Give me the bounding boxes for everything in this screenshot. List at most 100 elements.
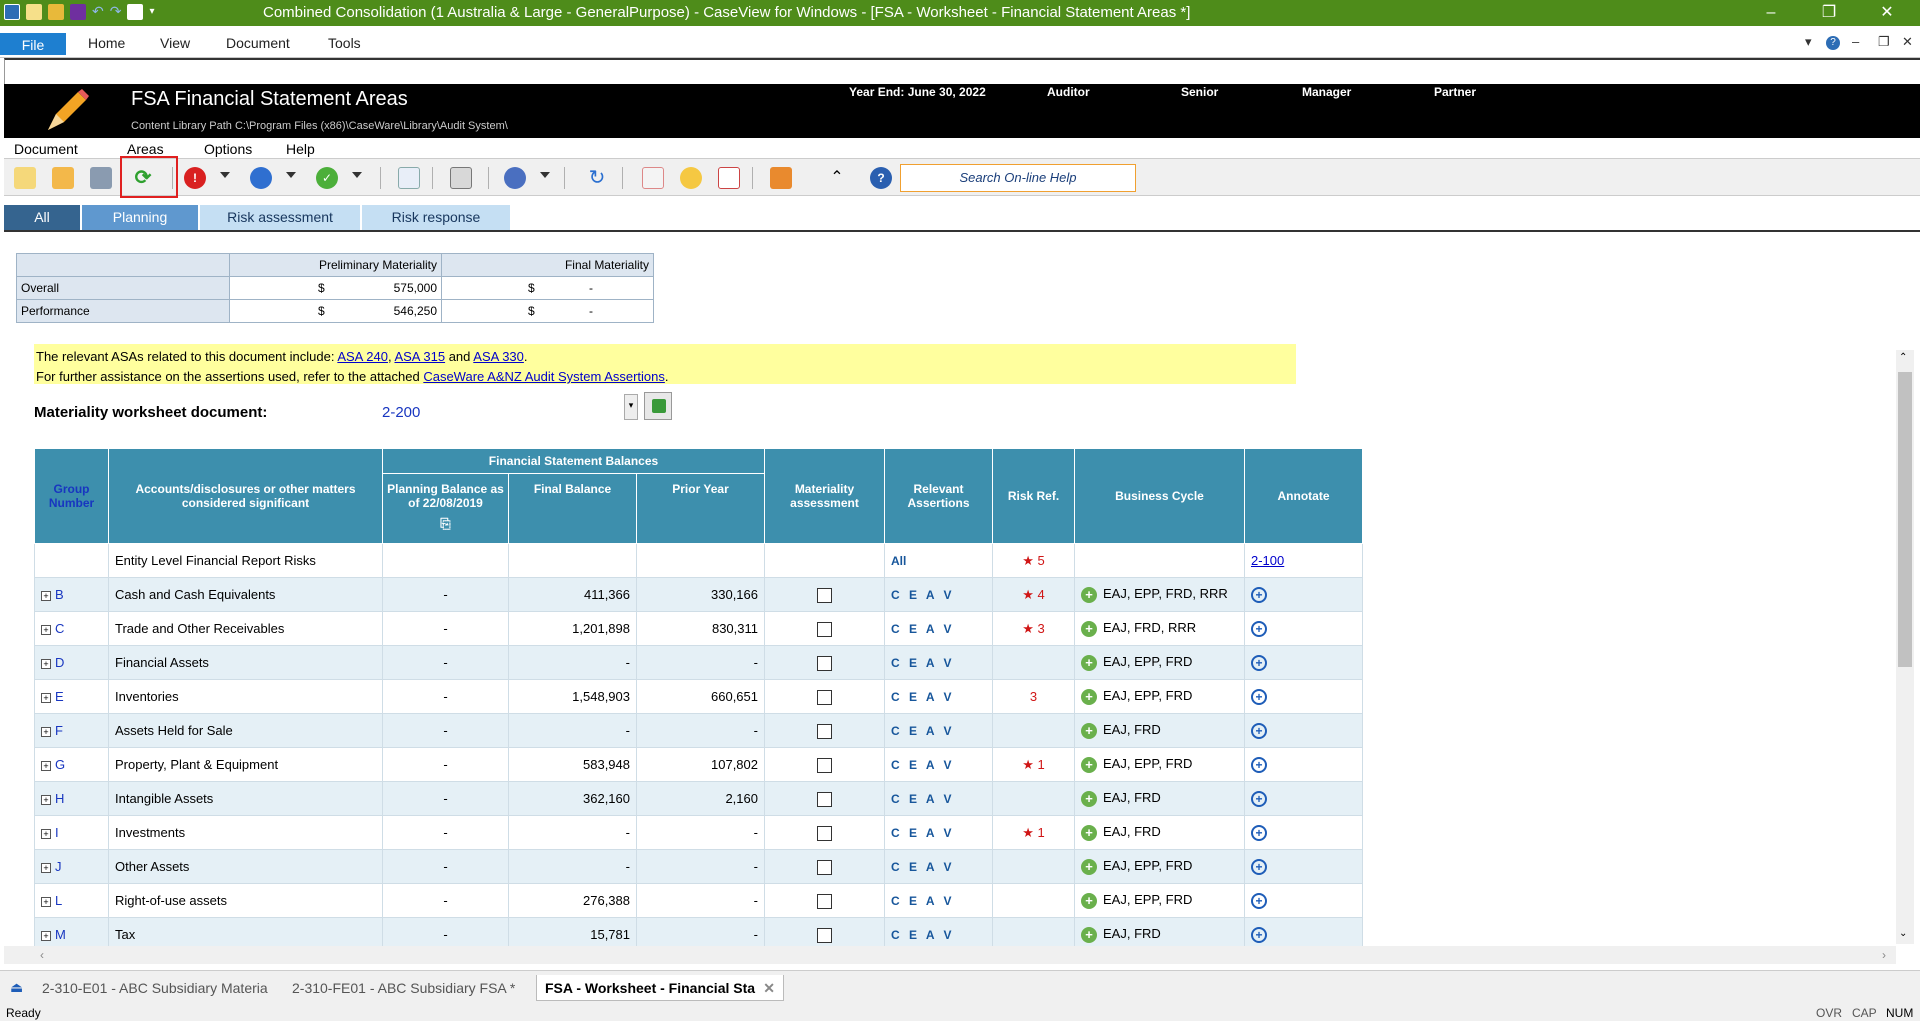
relevant-assertions[interactable]: C E A V xyxy=(891,758,954,772)
customize-qat-icon[interactable]: ▾ xyxy=(149,6,154,17)
doc-minimize-icon[interactable]: – xyxy=(1852,34,1859,49)
expand-icon[interactable]: + xyxy=(41,930,51,941)
globe-icon[interactable] xyxy=(504,167,526,189)
expand-icon[interactable]: + xyxy=(41,658,51,669)
open-folder-icon[interactable] xyxy=(48,3,64,20)
add-cycle-icon[interactable]: + xyxy=(1081,722,1097,739)
materiality-checkbox[interactable] xyxy=(817,757,832,773)
materiality-checkbox[interactable] xyxy=(817,689,832,705)
relevant-assertions[interactable]: C E A V xyxy=(891,860,954,874)
document-info-icon[interactable] xyxy=(642,167,664,189)
add-cycle-icon[interactable]: + xyxy=(1081,790,1097,807)
scroll-right-icon[interactable]: › xyxy=(1882,948,1886,962)
tab-list-icon[interactable]: ⏏ xyxy=(10,979,23,996)
add-cycle-icon[interactable]: + xyxy=(1081,586,1097,603)
refresh-icon[interactable]: ⟳ xyxy=(132,167,154,189)
globe-dropdown-icon[interactable] xyxy=(540,172,550,178)
materiality-checkbox[interactable] xyxy=(817,621,832,637)
document-icon[interactable] xyxy=(127,3,144,20)
annotate-add-icon[interactable]: + xyxy=(1251,790,1267,807)
add-cycle-icon[interactable]: + xyxy=(1081,824,1097,841)
open-document-button[interactable] xyxy=(644,392,672,420)
add-cycle-icon[interactable]: + xyxy=(1081,926,1097,943)
close-button[interactable]: ✕ xyxy=(1864,0,1910,26)
alert-icon[interactable]: ! xyxy=(184,167,206,189)
materiality-doc-value[interactable]: 2-200 xyxy=(382,404,420,421)
materiality-checkbox[interactable] xyxy=(817,859,832,875)
doc-tab-materiality[interactable]: 2-310-E01 - ABC Subsidiary Materia xyxy=(34,975,282,1001)
entity-risk-ref[interactable]: 5 xyxy=(1038,553,1045,568)
materiality-checkbox[interactable] xyxy=(817,655,832,671)
tab-risk-assessment[interactable]: Risk assessment xyxy=(200,205,360,230)
add-cycle-icon[interactable]: + xyxy=(1081,620,1097,637)
tab-all[interactable]: All xyxy=(4,205,80,230)
annotate-add-icon[interactable]: + xyxy=(1251,756,1267,773)
signoff-dropdown-icon[interactable] xyxy=(352,172,362,178)
help-icon[interactable]: ? xyxy=(1826,36,1840,50)
add-cycle-icon[interactable]: + xyxy=(1081,654,1097,671)
materiality-checkbox[interactable] xyxy=(817,791,832,807)
vertical-scroll-thumb[interactable] xyxy=(1898,372,1912,667)
new-document-icon[interactable] xyxy=(14,167,36,189)
partner-label[interactable]: Partner xyxy=(1434,85,1476,99)
relevant-assertions[interactable]: C E A V xyxy=(891,792,954,806)
scroll-down-icon[interactable]: ⌄ xyxy=(1899,928,1907,939)
expand-icon[interactable]: + xyxy=(41,862,51,873)
add-cycle-icon[interactable]: + xyxy=(1081,858,1097,875)
annotate-add-icon[interactable]: + xyxy=(1251,858,1267,875)
group-number[interactable]: F xyxy=(55,723,63,738)
entity-annotate-link[interactable]: 2-100 xyxy=(1251,553,1284,568)
menu-help[interactable]: Help xyxy=(286,141,315,157)
risk-ref[interactable]: 4 xyxy=(1038,587,1045,602)
materiality-checkbox[interactable] xyxy=(817,893,832,909)
asa-330-link[interactable]: ASA 330 xyxy=(473,349,524,364)
risk-ref[interactable]: 1 xyxy=(1038,757,1045,772)
annotate-add-icon[interactable]: + xyxy=(1251,688,1267,705)
asa-315-link[interactable]: ASA 315 xyxy=(394,349,445,364)
group-number[interactable]: E xyxy=(55,689,64,704)
group-number[interactable]: G xyxy=(55,757,65,772)
materiality-checkbox[interactable] xyxy=(817,927,832,943)
doc-tab-subsidiary-fsa[interactable]: 2-310-FE01 - ABC Subsidiary FSA * xyxy=(284,975,534,1001)
tab-document[interactable]: Document xyxy=(216,31,300,55)
chevron-up-icon[interactable]: ⌃ xyxy=(826,167,848,189)
risk-ref[interactable]: 1 xyxy=(1038,825,1045,840)
horizontal-scrollbar[interactable] xyxy=(4,946,1896,964)
relevant-assertions[interactable]: C E A V xyxy=(891,826,954,840)
expand-icon[interactable]: + xyxy=(41,692,51,703)
expand-icon[interactable]: + xyxy=(41,624,51,635)
annotate-add-icon[interactable]: + xyxy=(1251,892,1267,909)
risk-ref[interactable]: 3 xyxy=(1038,621,1045,636)
materiality-checkbox[interactable] xyxy=(817,825,832,841)
auditor-label[interactable]: Auditor xyxy=(1047,85,1090,99)
status-dropdown-icon[interactable] xyxy=(286,172,296,178)
scroll-left-icon[interactable]: ‹ xyxy=(40,948,44,962)
materiality-checkbox[interactable] xyxy=(817,587,832,603)
annotate-add-icon[interactable]: + xyxy=(1251,926,1267,943)
entity-assertions[interactable]: All xyxy=(891,554,906,568)
expand-icon[interactable]: + xyxy=(41,726,51,737)
refresh-balance-icon[interactable]: ⎘ xyxy=(387,516,504,532)
annotate-add-icon[interactable]: + xyxy=(1251,654,1267,671)
tab-view[interactable]: View xyxy=(150,31,200,55)
checklist-icon[interactable] xyxy=(718,167,740,189)
edit-icon[interactable] xyxy=(52,167,74,189)
tab-tools[interactable]: Tools xyxy=(318,31,371,55)
scroll-up-icon[interactable]: ⌃ xyxy=(1899,352,1907,363)
annotate-add-icon[interactable]: + xyxy=(1251,586,1267,603)
group-number[interactable]: M xyxy=(55,927,66,942)
menu-options[interactable]: Options xyxy=(204,141,252,157)
group-number[interactable]: H xyxy=(55,791,64,806)
annotate-add-icon[interactable]: + xyxy=(1251,620,1267,637)
add-cycle-icon[interactable]: + xyxy=(1081,756,1097,773)
doc-close-icon[interactable]: ✕ xyxy=(1902,34,1913,50)
tab-risk-response[interactable]: Risk response xyxy=(362,205,510,230)
manager-label[interactable]: Manager xyxy=(1302,85,1351,99)
status-icon[interactable] xyxy=(250,167,272,189)
add-cycle-icon[interactable]: + xyxy=(1081,688,1097,705)
app-icon[interactable] xyxy=(4,3,20,20)
expand-icon[interactable]: + xyxy=(41,794,51,805)
minimize-button[interactable]: – xyxy=(1748,0,1794,26)
search-online-help-button[interactable]: Search On-line Help xyxy=(900,164,1136,192)
annotate-add-icon[interactable]: + xyxy=(1251,824,1267,841)
